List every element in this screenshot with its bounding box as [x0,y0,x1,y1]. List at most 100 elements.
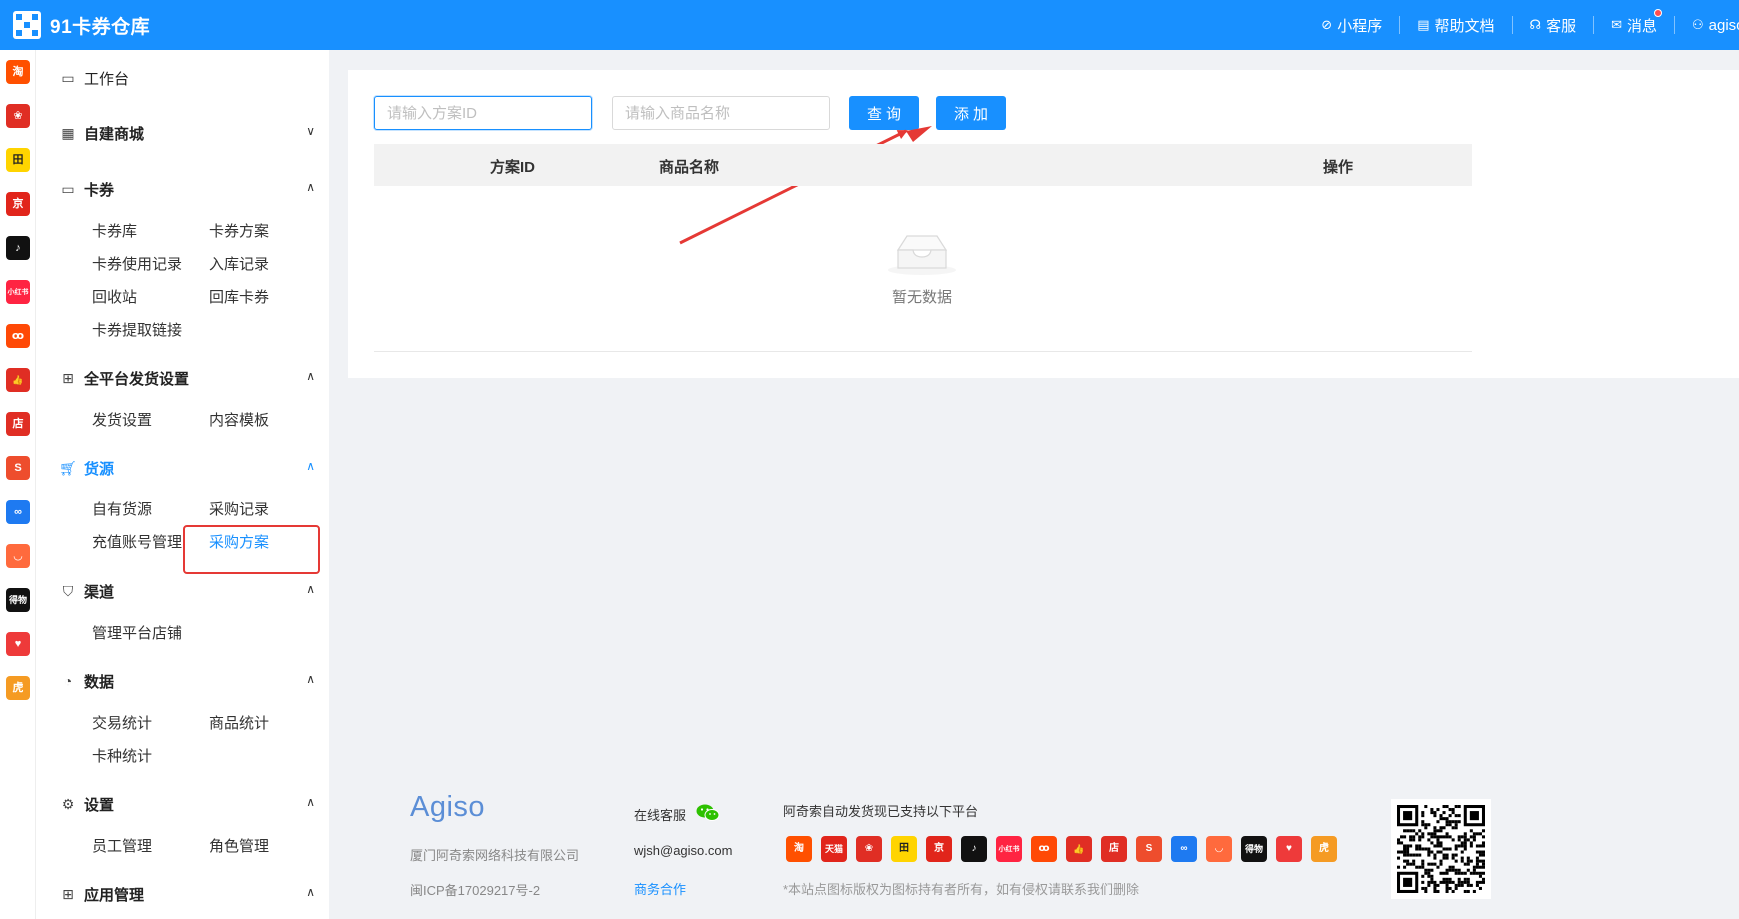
sidebar-item-product-stats[interactable]: 商品统计 [209,712,269,733]
footer-platform-shopee-icon: S [1136,836,1162,862]
chevron-down-icon: ∨ [306,124,315,138]
sidebar-item-stock-in[interactable]: 入库记录 [209,253,269,274]
sidebar-section-delivery[interactable]: ⊞ 全平台发货设置 ∧ [60,366,315,390]
qr-code [1391,799,1491,899]
platform-tiger-icon[interactable]: 虎 [6,676,30,700]
grid-icon: ⊞ [62,369,74,386]
sidebar-item-own-supply[interactable]: 自有货源 [92,498,152,519]
sidebar-item-card-usage[interactable]: 卡券使用记录 [92,253,182,274]
sidebar-item-card-library[interactable]: 卡券库 [92,220,137,241]
footer-platform-tianmao-yellow-icon: 田 [891,836,917,862]
messages-link[interactable]: ✉ 消息 [1594,9,1675,35]
table-divider [374,351,1472,352]
empty-box-icon [888,235,956,275]
footer-platform-taobao-icon: 淘 [786,836,812,862]
apps-icon: ⊞ [62,885,74,902]
platform-link-icon[interactable]: ∞ [6,500,30,524]
platform-pinduoduo-icon[interactable]: ❀ [6,104,30,128]
platform-thumb-icon[interactable]: 👍 [6,368,30,392]
footer-platform-heart-icon: ♥ [1276,836,1302,862]
platform-kuaishou-icon[interactable]: ꝏ [6,324,30,348]
footer-platform-pinduoduo-icon: ❀ [856,836,882,862]
sidebar-item-content-template[interactable]: 内容模板 [209,409,269,430]
mini-program-link[interactable]: ⊘ 小程序 [1304,16,1401,35]
sidebar-item-workbench[interactable]: ▭ 工作台 [60,66,315,90]
card-icon: ▭ [61,180,75,197]
platform-face-icon[interactable]: ◡ [6,544,30,568]
sidebar-section-mall[interactable]: ▦ 自建商城 ∨ [60,121,315,145]
footer-business-link[interactable]: 商务合作 [634,879,686,898]
customer-service-link[interactable]: ☊ 客服 [1513,16,1595,35]
col-plan-id: 方案ID [490,159,536,176]
sidebar-item-recharge-accounts[interactable]: 充值账号管理 [92,531,182,552]
footer-platform-jd-icon: 京 [926,836,952,862]
platform-jd-icon[interactable]: 京 [6,192,30,216]
chevron-up-icon: ∧ [306,459,315,473]
sidebar-item-recycle-bin[interactable]: 回收站 [92,286,137,307]
footer-platform-thumb-icon: 👍 [1066,836,1092,862]
sidebar-section-settings[interactable]: ⚙ 设置 ∧ [60,792,315,816]
product-name-input[interactable] [612,96,830,130]
chevron-up-icon: ∧ [306,369,315,383]
chevron-up-icon: ∧ [306,795,315,809]
platform-heart-icon[interactable]: ♥ [6,632,30,656]
footer-email[interactable]: wjsh@agiso.com [634,843,732,858]
plan-id-input[interactable] [374,96,592,130]
sidebar-item-manage-shops[interactable]: 管理平台店铺 [92,622,182,643]
document-icon: ▤ [1417,17,1430,32]
sidebar-item-purchase-records[interactable]: 采购记录 [209,498,269,519]
platform-dewu-icon[interactable]: 得物 [6,588,30,612]
app-title: 91卡券仓库 [50,16,151,38]
user-icon: ⚇ [1692,17,1704,32]
wechat-icon[interactable] [696,804,720,822]
platform-xiaohongshu-icon[interactable]: 小红书 [6,280,30,304]
sidebar-section-data[interactable]: ◔ 数据 ∧ [60,669,315,693]
user-menu[interactable]: ⚇ agiso [1675,16,1739,34]
logo-icon [13,11,41,39]
sidebar: ▭ 工作台 ▦ 自建商城 ∨ ▭ 卡券 ∧ 卡券库 卡券方案 卡券使用记录 入库… [36,50,329,919]
sidebar-item-returned-cards[interactable]: 回库卡券 [209,286,269,307]
platform-douyin-icon[interactable]: ♪ [6,236,30,260]
sidebar-item-card-plan[interactable]: 卡券方案 [209,220,269,241]
chevron-up-icon: ∧ [306,885,315,899]
footer-platform-kuaishou-icon: ꝏ [1031,836,1057,862]
footer-platform-dewu-icon: 得物 [1241,836,1267,862]
mail-icon: ✉ [1611,17,1622,32]
sidebar-section-apps[interactable]: ⊞ 应用管理 ∧ [60,882,315,906]
sidebar-section-cards[interactable]: ▭ 卡券 ∧ [60,177,315,201]
sidebar-item-delivery-settings[interactable]: 发货设置 [92,409,152,430]
sidebar-section-supply[interactable]: 🛒︎ 货源 ∧ [59,456,315,480]
sidebar-item-purchase-plan[interactable]: 采购方案 [209,531,269,552]
store-icon: ▦ [61,124,75,141]
sidebar-item-roles[interactable]: 角色管理 [209,835,269,856]
footer-platform-dian-icon: 店 [1101,836,1127,862]
col-actions: 操作 [1323,159,1354,176]
platform-shopee-icon[interactable]: S [6,456,30,480]
monitor-icon: ▭ [61,69,75,86]
footer-online-service: 在线客服 [634,808,687,823]
platform-tianmao-yellow-icon[interactable]: 田 [6,148,30,172]
query-button[interactable]: 查询 [849,96,919,130]
sidebar-item-trade-stats[interactable]: 交易统计 [92,712,152,733]
username: agiso [1708,16,1739,34]
add-button[interactable]: 添加 [936,96,1006,130]
bag-icon: ⛉ [62,582,74,599]
table-header: 方案ID 商品名称 操作 [374,144,1472,186]
app-logo[interactable]: 91卡券仓库 [0,11,150,39]
sidebar-item-card-type-stats[interactable]: 卡种统计 [92,745,152,766]
footer-disclaimer: *本站点图标版权为图标持有者所有，如有侵权请联系我们删除 [783,882,1140,897]
footer-platform-link-icon: ∞ [1171,836,1197,862]
footer-icp[interactable]: 闽ICP备17029217号-2 [410,880,540,899]
footer-platforms-title: 阿奇索自动发货现已支持以下平台 [783,804,979,819]
help-docs-link[interactable]: ▤ 帮助文档 [1400,16,1513,35]
footer-platform-face-icon: ◡ [1206,836,1232,862]
sidebar-item-staff[interactable]: 员工管理 [92,835,152,856]
sidebar-item-extract-link[interactable]: 卡券提取链接 [92,319,182,340]
footer-platform-tiger-icon: 虎 [1311,836,1337,862]
header-links: ⊘ 小程序 ▤ 帮助文档 ☊ 客服 ✉ 消息 ⚇ agiso [1304,0,1739,50]
empty-text: 暂无数据 [891,289,952,306]
platform-taobao-icon[interactable]: 淘 [6,60,30,84]
sidebar-section-channels[interactable]: ⛉ 渠道 ∧ [60,579,315,603]
platform-dian-icon[interactable]: 店 [6,412,30,436]
footer-platform-xiaohongshu-icon: 小红书 [996,836,1022,862]
